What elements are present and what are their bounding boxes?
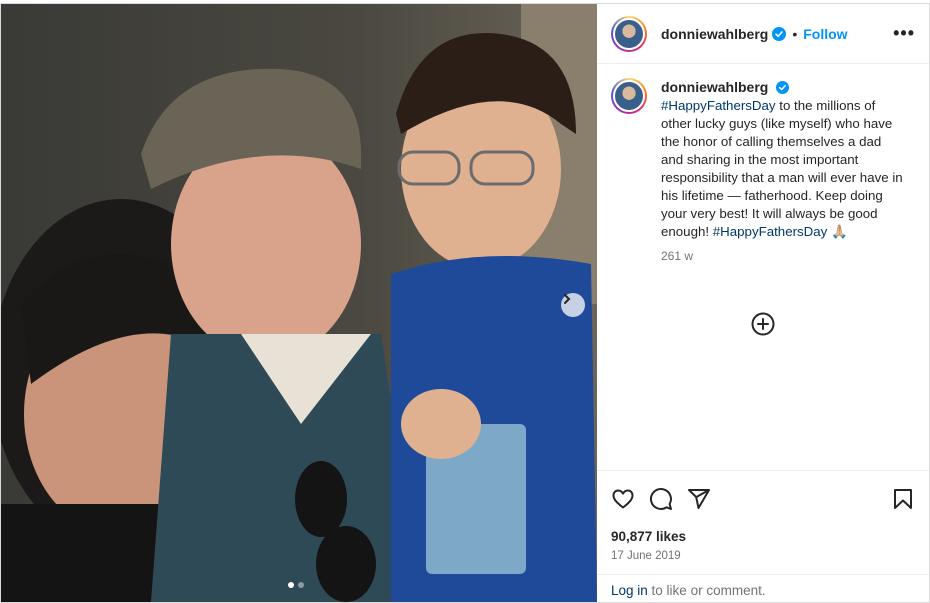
plus-circle-icon: [751, 312, 775, 336]
verified-badge-icon: [776, 81, 790, 94]
chevron-right-icon: [564, 294, 571, 304]
carousel-dot-active: [288, 582, 294, 588]
instagram-post: donniewahlberg • Follow ••• donniewahlbe…: [0, 3, 930, 603]
more-options-button[interactable]: •••: [893, 23, 915, 44]
photo-illustration: [1, 4, 597, 602]
separator-dot: •: [792, 25, 798, 42]
share-icon[interactable]: [687, 487, 711, 511]
view-more-comments-button[interactable]: [751, 312, 775, 341]
login-link[interactable]: Log in: [611, 583, 648, 598]
post-sidebar: donniewahlberg • Follow ••• donniewahlbe…: [597, 4, 929, 602]
likes-count[interactable]: 90,877 likes: [611, 529, 915, 544]
carousel-indicators: [288, 582, 304, 588]
action-bar: 90,877 likes 17 June 2019: [597, 470, 929, 562]
caption-avatar[interactable]: [611, 78, 647, 114]
follow-button[interactable]: Follow: [803, 26, 847, 42]
avatar[interactable]: [611, 15, 647, 52]
praying-hands-emoji: 🙏🏼: [831, 224, 848, 239]
carousel-dot: [298, 582, 304, 588]
heart-icon[interactable]: [611, 487, 635, 511]
comment-icon[interactable]: [649, 487, 673, 511]
post-date[interactable]: 17 June 2019: [611, 550, 915, 562]
username[interactable]: donniewahlberg: [661, 26, 768, 42]
login-prompt-text: to like or comment.: [647, 583, 766, 598]
post-photo[interactable]: [1, 4, 597, 602]
caption-body: to the millions of other lucky guys (lik…: [661, 98, 903, 239]
next-slide-button[interactable]: [561, 293, 585, 317]
verified-badge-icon: [772, 26, 787, 41]
caption: donniewahlberg #HappyFathersDay to the m…: [611, 78, 911, 263]
caption-username[interactable]: donniewahlberg: [661, 79, 768, 95]
bookmark-icon[interactable]: [891, 487, 915, 511]
post-header: donniewahlberg • Follow •••: [597, 4, 929, 64]
caption-text: donniewahlberg #HappyFathersDay to the m…: [661, 78, 906, 241]
login-prompt: Log in to like or comment.: [597, 574, 929, 602]
caption-timestamp[interactable]: 261 w: [661, 249, 906, 263]
hashtag-link[interactable]: #HappyFathersDay: [713, 224, 828, 239]
hashtag-link[interactable]: #HappyFathersDay: [661, 98, 776, 113]
